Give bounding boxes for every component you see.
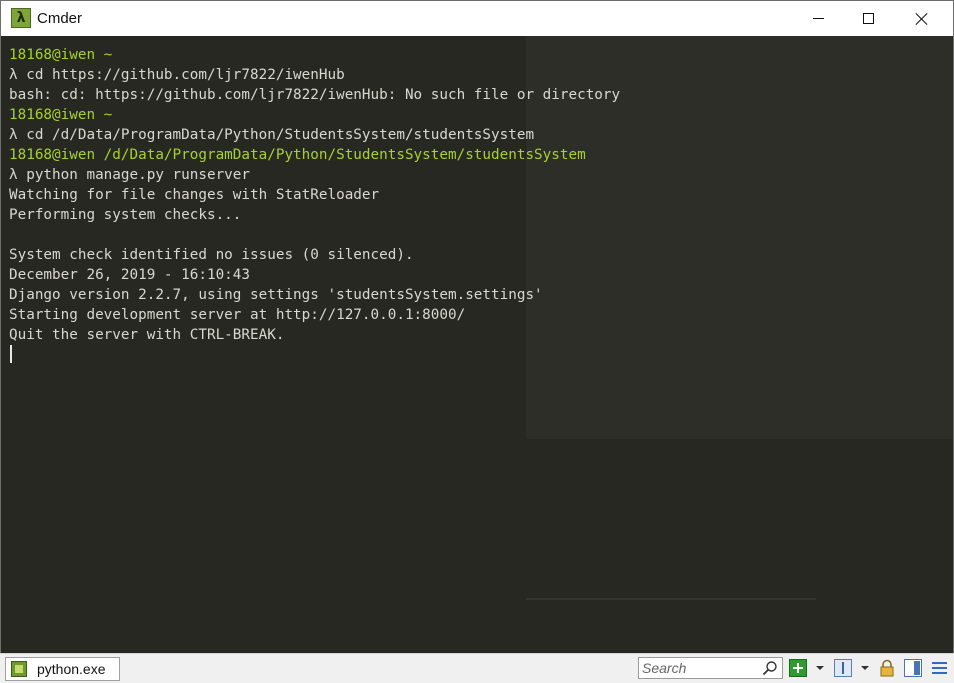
minimize-icon — [812, 18, 824, 19]
terminal-line: December 26, 2019 - 16:10:43 — [9, 267, 251, 283]
terminal-output: 18168@iwen ~ λ cd https://github.com/ljr7… — [9, 45, 620, 345]
split-console-dropdown-icon[interactable] — [861, 666, 869, 670]
title-bar[interactable]: λ Cmder — [0, 0, 954, 36]
console-tab[interactable]: python.exe — [5, 657, 120, 681]
menu-icon-bar — [932, 667, 947, 669]
terminal-line: 18168@iwen /d/Data/ProgramData/Python/St… — [9, 147, 586, 163]
terminal-line: Quit the server with CTRL-BREAK. — [9, 327, 285, 343]
terminal-line: λ python manage.py runserver — [9, 167, 251, 183]
text-cursor — [10, 345, 12, 363]
search-box[interactable] — [638, 657, 783, 679]
terminal-line: 18168@iwen ~ — [9, 47, 113, 63]
window-title: Cmder — [37, 10, 83, 27]
search-icon[interactable] — [762, 660, 778, 676]
add-console-icon[interactable] — [789, 659, 807, 677]
console-tab-label: python.exe — [37, 661, 106, 677]
cmder-lambda-icon: λ — [11, 8, 31, 28]
terminal-line: Django version 2.2.7, using settings 'st… — [9, 287, 543, 303]
terminal-line: 18168@iwen ~ — [9, 107, 113, 123]
close-icon — [916, 13, 928, 25]
maximize-icon — [862, 13, 874, 24]
terminal-line: λ cd /d/Data/ProgramData/Python/Students… — [9, 127, 535, 143]
add-console-dropdown-icon[interactable] — [816, 666, 824, 670]
terminal-line: bash: cd: https://github.com/ljr7822/iwe… — [9, 87, 621, 103]
background-transparency-line — [526, 598, 816, 600]
menu-icon-bar — [932, 672, 947, 674]
menu-icon[interactable] — [931, 659, 949, 677]
lock-icon[interactable] — [878, 659, 896, 677]
menu-icon-bar — [932, 662, 947, 664]
split-console-icon[interactable] — [834, 659, 852, 677]
close-button[interactable] — [899, 1, 945, 36]
panel-icon[interactable] — [904, 659, 922, 677]
terminal-line: λ cd https://github.com/ljr7822/iwenHub — [9, 67, 345, 83]
terminal-line: Starting development server at http://12… — [9, 307, 466, 323]
status-bar: python.exe — [0, 653, 954, 683]
terminal-line: System check identified no issues (0 sil… — [9, 247, 414, 263]
terminal-line: Watching for file changes with StatReloa… — [9, 187, 380, 203]
search-input[interactable] — [642, 659, 760, 677]
maximize-button[interactable] — [845, 1, 891, 36]
terminal-console[interactable]: 18168@iwen ~ λ cd https://github.com/ljr7… — [0, 36, 954, 653]
minimize-button[interactable] — [795, 1, 841, 36]
terminal-line: Performing system checks... — [9, 207, 242, 223]
python-console-icon — [11, 661, 27, 677]
